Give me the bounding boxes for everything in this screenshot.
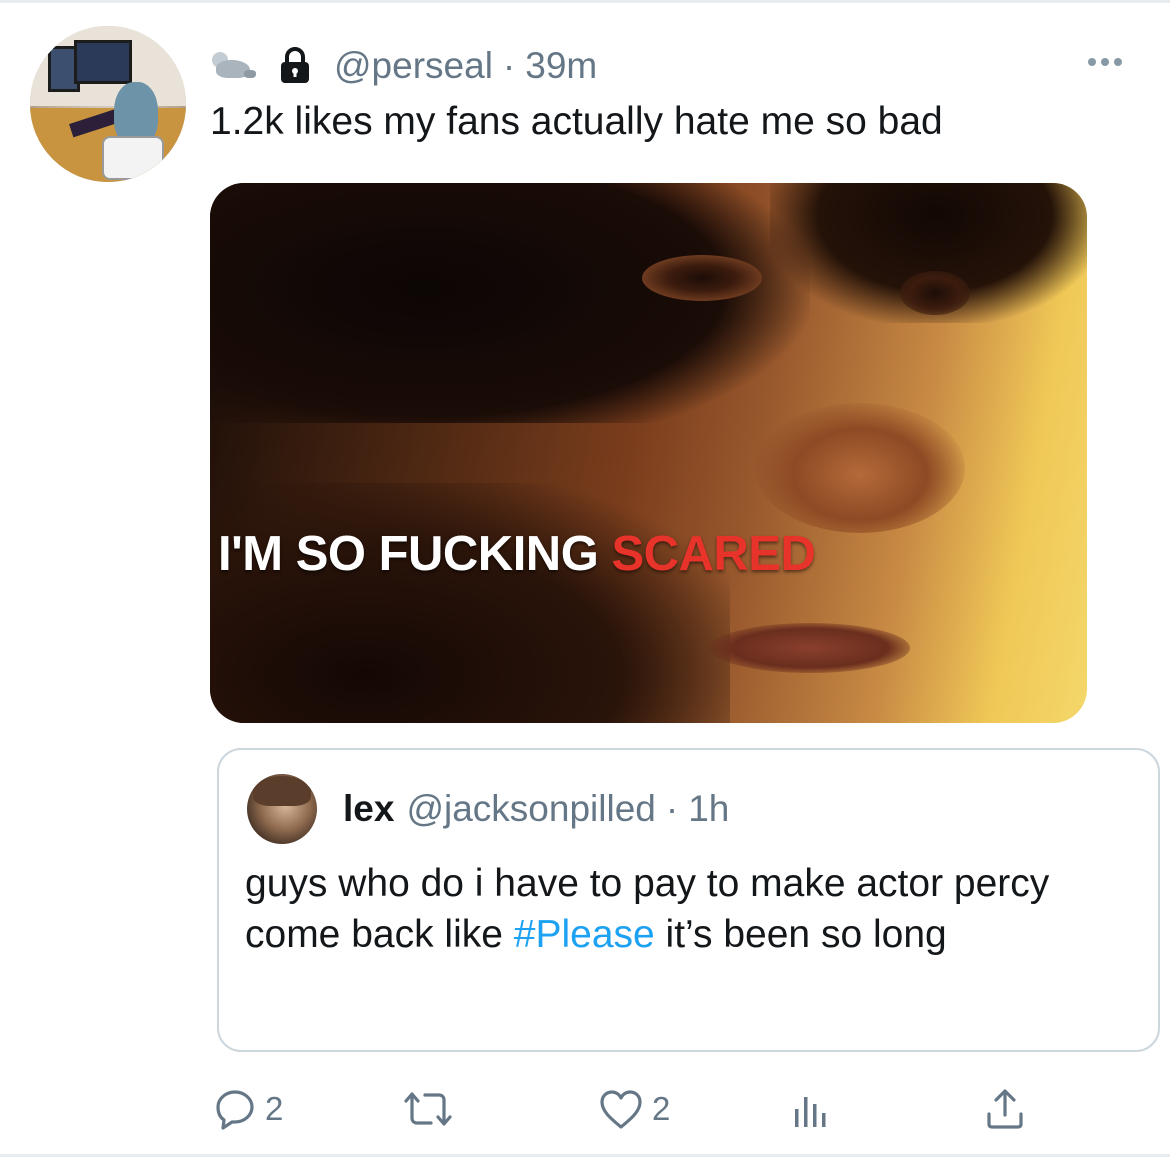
reply-icon (216, 1090, 254, 1130)
quoted-author-avatar[interactable] (247, 774, 317, 844)
hashtag-link[interactable]: #Please (514, 913, 655, 956)
share-button[interactable] (983, 1084, 1027, 1134)
reply-count: 2 (265, 1090, 284, 1127)
quoted-tweet-header: lex @jacksonpilled · 1h (343, 788, 729, 830)
more-options-icon[interactable] (1088, 58, 1122, 66)
caption-white-text: I'M SO FUCKING (218, 527, 599, 581)
header-separator: · (502, 45, 516, 86)
author-handle[interactable]: @perseal (334, 45, 493, 87)
like-count: 2 (652, 1090, 671, 1127)
analytics-button[interactable] (792, 1084, 832, 1134)
tweet-image[interactable]: I'M SO FUCKING SCARED (210, 183, 1087, 723)
tweet-header: @perseal · 39m (210, 42, 597, 90)
retweet-button[interactable] (398, 1084, 458, 1134)
tweet-timestamp[interactable]: 39m (525, 45, 597, 87)
caption-red-text: SCARED (611, 527, 816, 581)
quoted-author-handle[interactable]: @jacksonpilled (406, 788, 655, 830)
tweet-text: 1.2k likes my fans actually hate me so b… (210, 100, 943, 143)
analytics-icon (795, 1097, 826, 1127)
share-icon (987, 1089, 1023, 1129)
author-avatar[interactable] (30, 26, 186, 182)
quoted-tweet-timestamp[interactable]: 1h (688, 788, 729, 830)
heart-icon (600, 1090, 642, 1129)
quoted-text-after: it’s been so long (654, 913, 947, 956)
quoted-header-separator: · (665, 788, 679, 829)
lock-icon (281, 47, 309, 83)
quoted-tweet-text: guys who do i have to pay to make actor … (245, 858, 1125, 960)
reply-button[interactable]: 2 (213, 1084, 283, 1134)
tweet-action-bar: 2 2 (0, 1084, 1170, 1134)
quoted-author-name[interactable]: lex (343, 788, 394, 830)
image-caption: I'M SO FUCKING SCARED (218, 526, 816, 582)
retweet-icon (404, 1092, 452, 1126)
seal-emoji-icon (210, 48, 256, 84)
top-divider (0, 0, 1170, 3)
like-button[interactable]: 2 (598, 1084, 670, 1134)
quoted-tweet-card[interactable]: lex @jacksonpilled · 1h guys who do i ha… (217, 748, 1160, 1052)
